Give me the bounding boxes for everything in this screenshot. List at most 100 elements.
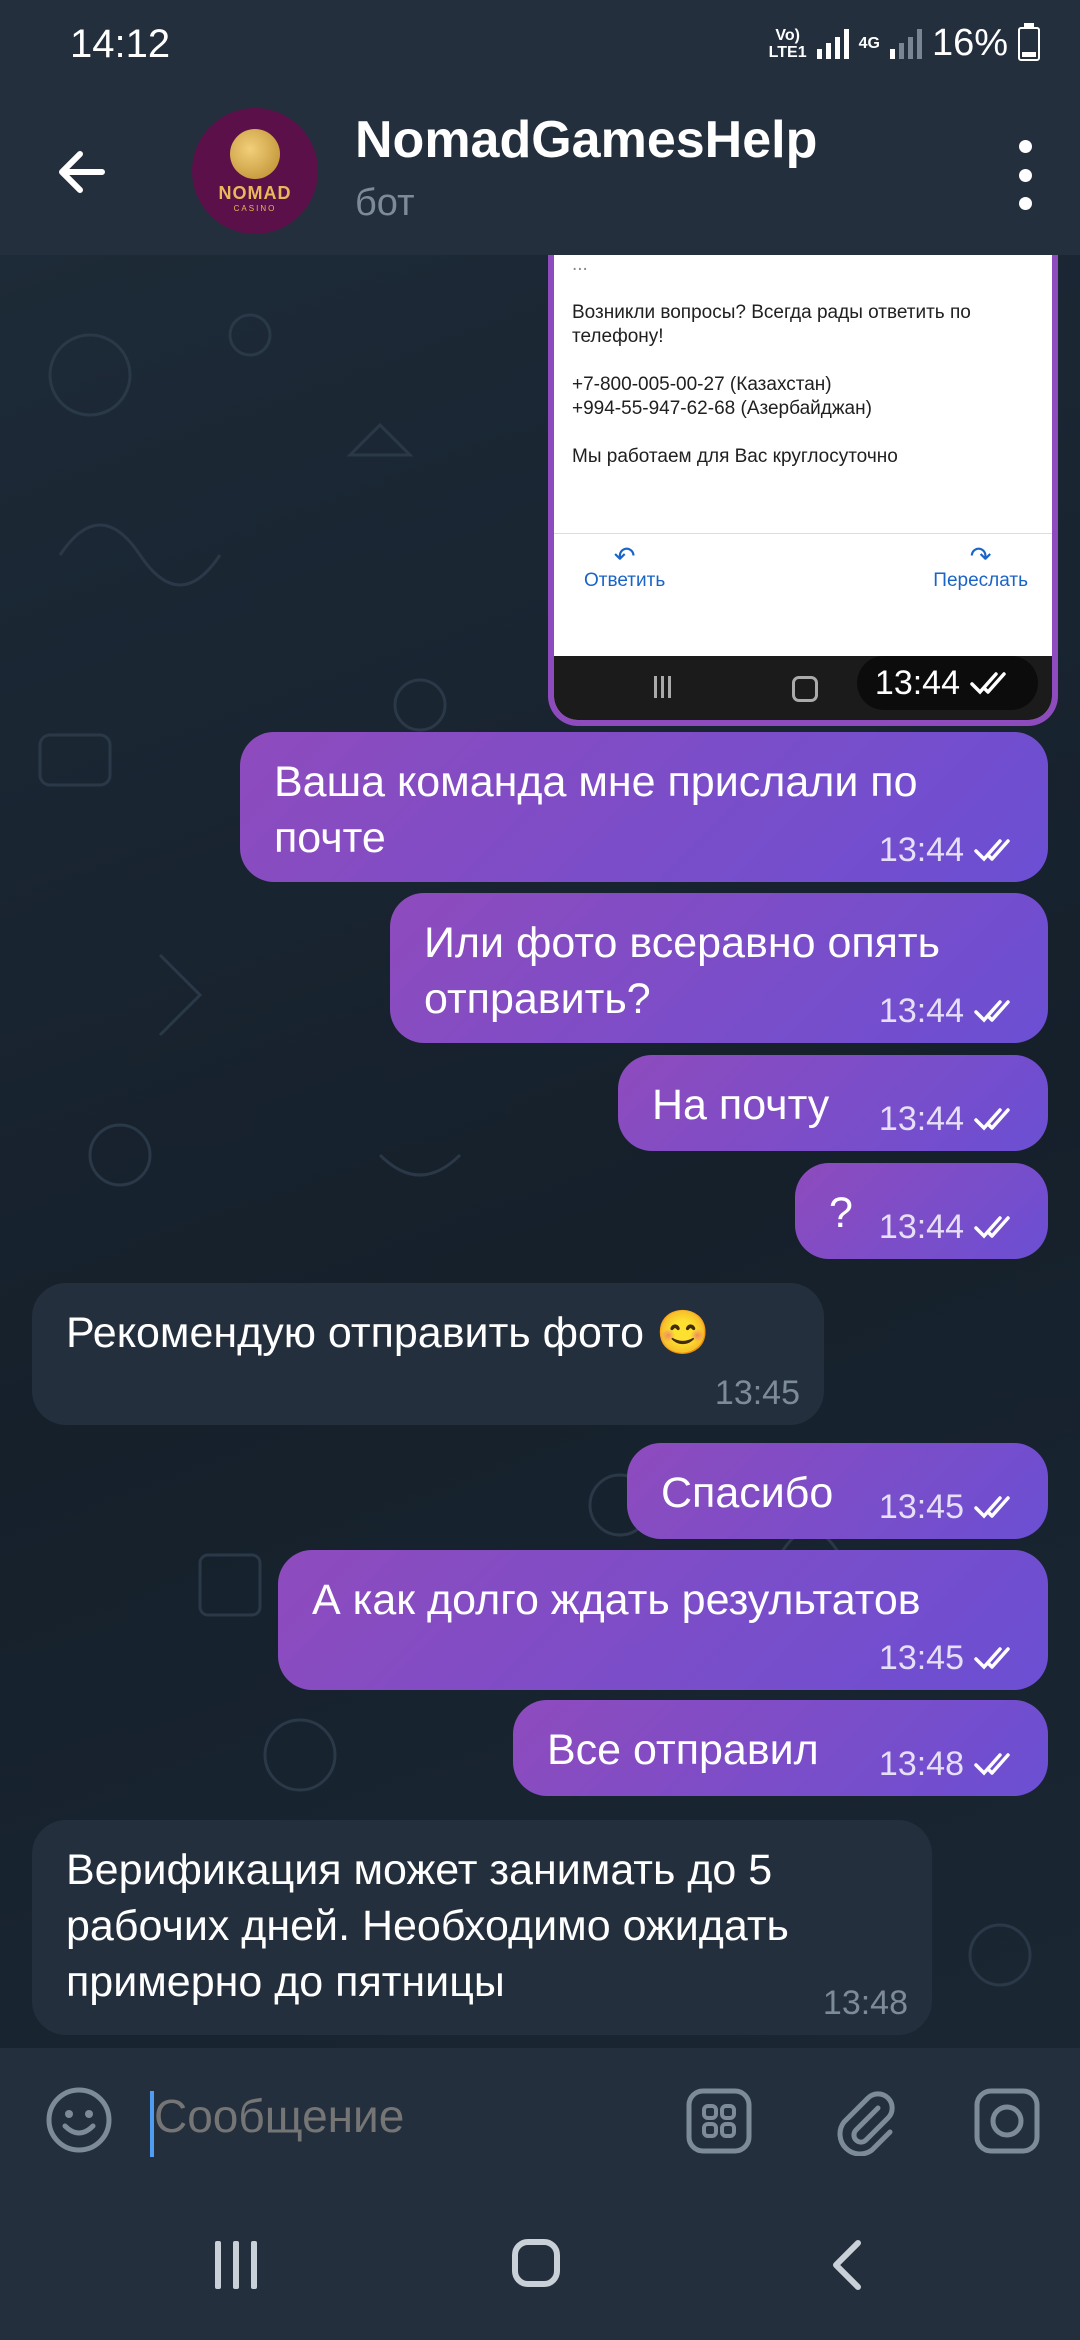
message-line: отправить? [424, 975, 651, 1023]
message-text: Спасибо [661, 1465, 833, 1521]
message-line: почте [274, 814, 386, 862]
volte-label: Vo) [775, 26, 800, 44]
recents-icon[interactable] [215, 2241, 257, 2289]
outgoing-message[interactable]: Спасибо 13:45 [627, 1443, 1048, 1539]
reply-arrow-icon: ↶ [613, 541, 636, 571]
home-icon[interactable] [512, 2239, 560, 2287]
email-partial-line: ... [572, 255, 588, 275]
double-check-icon [974, 1108, 1010, 1131]
status-time: 14:12 [70, 22, 171, 66]
double-check-icon [974, 1647, 1010, 1670]
message-meta: 13:48 [823, 1983, 908, 2023]
system-navigation-bar [0, 2193, 1080, 2340]
message-line: На почту [652, 1081, 830, 1129]
outgoing-message[interactable]: ? 13:44 [795, 1163, 1048, 1259]
double-check-icon [974, 839, 1010, 862]
double-check-icon [974, 1216, 1010, 1239]
outgoing-message[interactable]: Все отправил 13:48 [513, 1700, 1048, 1796]
double-check-icon [974, 1000, 1010, 1023]
message-time: 13:45 [878, 1639, 964, 1677]
outgoing-message[interactable]: Или фото всеравно опять отправить? 13:44 [390, 893, 1048, 1043]
camera-icon[interactable] [972, 2086, 1042, 2156]
message-line: Спасибо [661, 1469, 834, 1517]
message-line: Рекомендую отправить фото 😊 [66, 1309, 710, 1357]
message-time: 13:45 [878, 1488, 964, 1526]
message-time: 13:44 [878, 1208, 964, 1246]
message-text: Ваша команда мне прислали по почте [274, 754, 918, 866]
message-time: 13:44 [874, 663, 960, 702]
paperclip-icon[interactable] [830, 2086, 900, 2156]
double-check-icon [974, 1496, 1010, 1519]
smiley-icon[interactable] [45, 2086, 113, 2154]
status-icons: Vo) LTE1 4G 16% [769, 22, 1040, 65]
message-text: Или фото всеравно опять отправить? [424, 915, 940, 1027]
incoming-message[interactable]: Рекомендую отправить фото 😊 13:45 [32, 1283, 824, 1425]
message-text: Все отправил [547, 1722, 819, 1778]
message-line: рабочих дней. Необходимо ожидать [66, 1902, 789, 1950]
message-text: На почту [652, 1077, 829, 1133]
message-time: 13:44 [878, 1100, 964, 1138]
email-forward: ↷ Переслать [933, 542, 1028, 592]
message-line: ? [829, 1189, 853, 1237]
message-time: 13:44 [878, 831, 964, 869]
message-list[interactable]: ... Возникли вопросы? Всегда рады ответи… [0, 255, 1080, 2048]
message-meta: 13:45 [879, 1638, 1024, 1678]
outgoing-message[interactable]: А как долго ждать результатов 13:45 [278, 1550, 1048, 1690]
signal-icon [816, 28, 849, 59]
chevron-left-icon[interactable] [820, 2235, 880, 2295]
message-meta: 13:45 [715, 1373, 800, 1413]
email-paragraph-1: Возникли вопросы? Всегда рады ответить п… [572, 302, 971, 347]
message-meta: 13:44 [879, 1099, 1024, 1139]
email-screenshot-content: ... Возникли вопросы? Всегда рады ответи… [572, 255, 1032, 469]
avatar-logo-subtext: CASINO [233, 204, 277, 213]
recents-icon [654, 676, 676, 698]
message-line: Или фото всеравно опять [424, 919, 941, 967]
chat-subtitle: бот [355, 182, 415, 224]
double-check-icon [974, 1753, 1010, 1776]
network-4g-label: 4G [858, 35, 880, 52]
chat-header: NOMAD CASINO NomadGamesHelp бот [0, 90, 1080, 255]
message-text: Рекомендую отправить фото 😊 [66, 1305, 710, 1361]
message-input-bar [0, 2048, 1080, 2193]
message-line: Ваша команда мне прислали по [274, 758, 918, 806]
message-text: ? [829, 1185, 853, 1241]
telegram-chat-screen: 14:12 Vo) LTE1 4G 16% NOMAD CASINO Nomad… [0, 0, 1080, 2340]
message-text: Верификация может занимать до 5 рабочих … [66, 1842, 789, 2010]
signal-2-icon [889, 28, 922, 59]
double-check-icon [970, 672, 1006, 695]
email-phone-2: +994-55-947-62-68 (Азербайджан) [572, 398, 872, 419]
chat-title[interactable]: NomadGamesHelp [355, 110, 817, 170]
avatar-logo-text: NOMAD [218, 183, 292, 203]
message-time: 13:48 [878, 1745, 964, 1783]
home-icon [792, 676, 818, 702]
message-line: Все отправил [547, 1726, 819, 1774]
message-input[interactable] [152, 2088, 656, 2144]
lte-label: LTE1 [768, 43, 807, 61]
message-meta: 13:44 [879, 991, 1024, 1031]
battery-icon [1018, 22, 1040, 61]
email-forward-label: Переслать [933, 570, 1028, 591]
email-phone-1: +7-800-005-00-27 (Казахстан) [572, 374, 832, 395]
grid-icon[interactable] [684, 2086, 754, 2156]
message-meta: 13:44 [879, 830, 1024, 870]
image-message[interactable]: ... Возникли вопросы? Всегда рады ответи… [548, 255, 1058, 726]
message-meta: 13:44 [879, 1207, 1024, 1247]
outgoing-message[interactable]: На почту 13:44 [618, 1055, 1048, 1151]
message-meta: 13:48 [879, 1744, 1024, 1784]
outgoing-message[interactable]: Ваша команда мне прислали по почте 13:44 [240, 732, 1048, 882]
arrow-left-icon[interactable] [50, 140, 114, 204]
email-reply-label: Ответить [584, 570, 666, 591]
battery-percent: 16% [931, 22, 1008, 64]
message-time: 13:44 [878, 992, 964, 1030]
message-meta: 13:45 [879, 1487, 1024, 1527]
status-bar: 14:12 Vo) LTE1 4G 16% [0, 0, 1080, 90]
message-text: А как долго ждать результатов [312, 1572, 921, 1628]
volte-indicator: Vo) LTE1 [769, 27, 807, 61]
incoming-message[interactable]: Верификация может занимать до 5 рабочих … [32, 1820, 932, 2035]
message-line: А как долго ждать результатов [312, 1576, 921, 1624]
avatar[interactable]: NOMAD CASINO [192, 108, 318, 234]
more-vertical-icon[interactable] [1010, 140, 1040, 210]
message-time: 13:45 [714, 1374, 800, 1412]
forward-arrow-icon: ↷ [969, 541, 992, 571]
email-paragraph-3: Мы работаем для Вас круглосуточно [572, 446, 898, 467]
